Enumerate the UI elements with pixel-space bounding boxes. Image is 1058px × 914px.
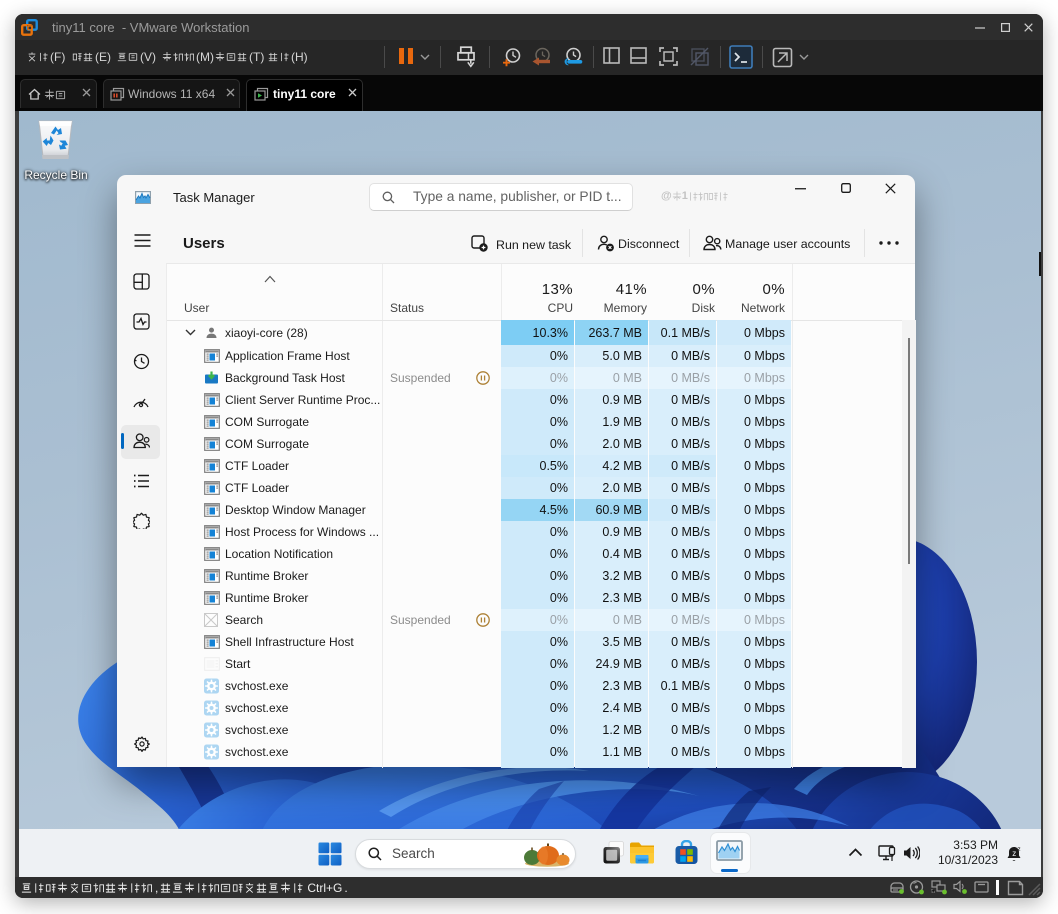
svg-text:z: z bbox=[1017, 846, 1020, 853]
svg-text:z: z bbox=[1012, 849, 1016, 858]
